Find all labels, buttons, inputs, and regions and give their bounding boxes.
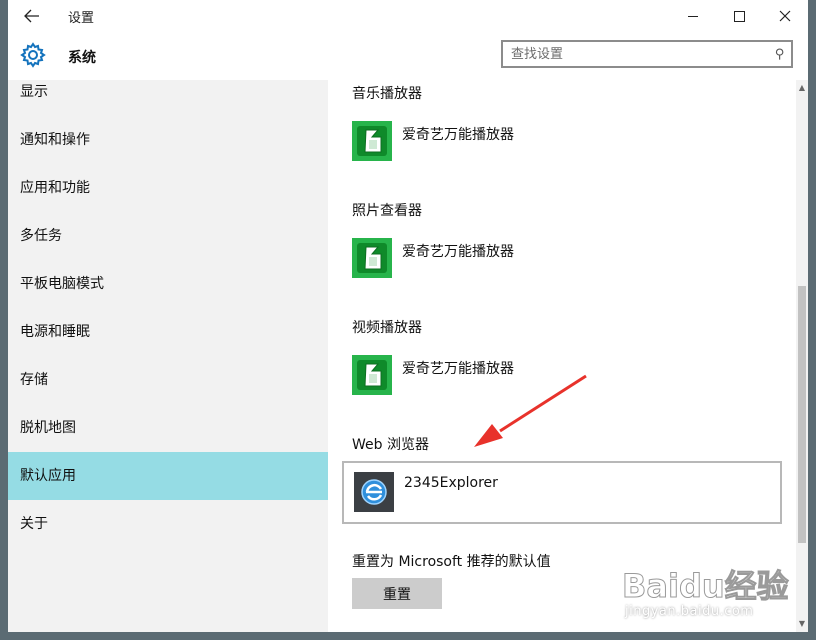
sidebar-item-tablet-mode[interactable]: 平板电脑模式 [8,267,328,301]
sidebar-item-display[interactable]: 显示 [8,75,328,109]
video-player-label: 视频播放器 [352,320,422,336]
sidebar-item-offline-maps[interactable]: 脱机地图 [8,411,328,445]
search-icon[interactable]: ⚲ [775,47,785,62]
sidebar-item-apps-features[interactable]: 应用和功能 [8,171,328,205]
maximize-icon [733,10,745,22]
page-header: 系统 ⚲ [8,32,808,80]
sidebar-item-storage[interactable]: 存储 [8,363,328,397]
scroll-down-icon[interactable]: ▼ [796,618,808,630]
sidebar-item-default-apps[interactable]: 默认应用 [8,452,328,500]
content-scrollbar[interactable]: ▲ ▼ [796,80,808,632]
back-arrow-icon [24,9,39,23]
video-player-app-name: 爱奇艺万能播放器 [402,361,514,377]
iqiyi-player-icon [352,238,392,278]
close-button[interactable] [762,0,808,32]
reset-label: 重置为 Microsoft 推荐的默认值 [352,554,551,570]
music-player-label: 音乐播放器 [352,86,422,102]
settings-window: 设置 系统 ⚲ 显示 通知和操作 应用和功能 多任务 平板电脑模式 电源和睡眠 … [8,0,808,632]
sidebar-item-notifications[interactable]: 通知和操作 [8,123,328,157]
web-browser-app[interactable]: 2345Explorer [342,461,782,524]
title-bar: 设置 [8,0,808,32]
default-apps-panel: 音乐播放器 爱奇艺万能播放器 照片查看器 爱奇艺万能播放器 视频播放器 爱奇艺万… [328,80,796,632]
web-browser-app-name: 2345Explorer [404,475,498,491]
music-player-app[interactable]: 爱奇艺万能播放器 [352,119,514,163]
sidebar-item-about[interactable]: 关于 [8,507,328,541]
sidebar-item-power-sleep[interactable]: 电源和睡眠 [8,315,328,349]
search-input[interactable] [511,45,761,63]
maximize-button[interactable] [716,0,762,32]
photo-viewer-label: 照片查看器 [352,203,422,219]
scroll-thumb[interactable] [798,286,806,543]
video-player-app[interactable]: 爱奇艺万能播放器 [352,353,514,397]
watermark-url: jingyan.baidu.com [625,604,754,619]
search-box[interactable]: ⚲ [501,40,793,68]
back-button[interactable] [18,4,46,28]
close-icon [779,10,791,22]
minimize-icon [688,15,698,17]
sidebar-item-multitasking[interactable]: 多任务 [8,219,328,253]
window-title: 设置 [68,11,95,26]
browser-ie-icon [354,472,394,512]
photo-viewer-app[interactable]: 爱奇艺万能播放器 [352,236,514,280]
scroll-up-icon[interactable]: ▲ [796,82,808,94]
reset-button[interactable]: 重置 [352,578,442,609]
iqiyi-player-icon [352,355,392,395]
page-title: 系统 [68,50,96,66]
photo-viewer-app-name: 爱奇艺万能播放器 [402,244,514,260]
minimize-button[interactable] [670,0,716,32]
music-player-app-name: 爱奇艺万能播放器 [402,127,514,143]
iqiyi-player-icon [352,121,392,161]
sidebar-nav: 显示 通知和操作 应用和功能 多任务 平板电脑模式 电源和睡眠 存储 脱机地图 … [8,80,328,632]
web-browser-label: Web 浏览器 [352,437,429,453]
gear-icon [20,42,46,68]
